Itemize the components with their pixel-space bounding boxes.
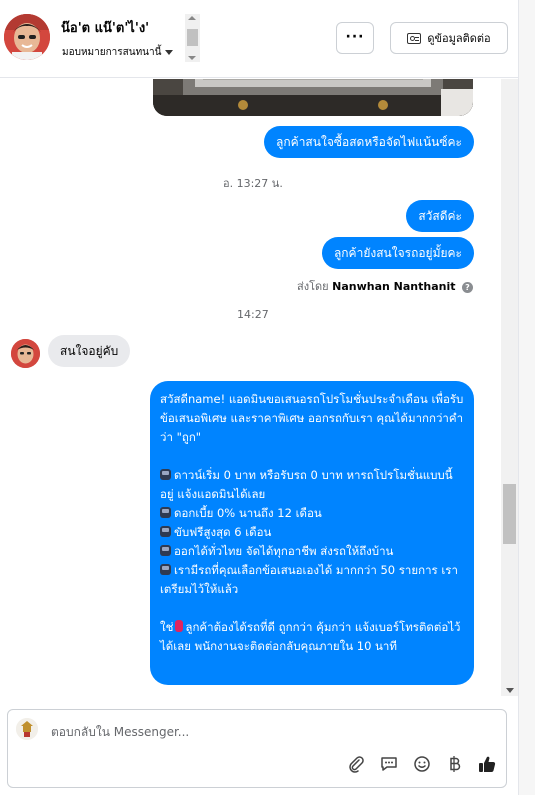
outgoing-message[interactable]: สวัสดีค่ะ	[406, 200, 474, 232]
smiley-icon[interactable]	[410, 752, 434, 776]
contact-name: น๊อ'ต แน๊'ต'ไ'ง'	[61, 21, 150, 36]
car-emoji-icon	[160, 564, 171, 575]
baht-icon[interactable]	[443, 752, 467, 776]
message-thread: ลูกค้าสนใจซื้อสดหรือจัดไฟแน้นซ์คะ อ. 13:…	[0, 79, 518, 699]
sent-by-label: ส่งโดย Nanwhan Nanthanit ?	[297, 277, 473, 295]
car-emoji-icon	[160, 545, 171, 556]
car-emoji-icon	[160, 526, 171, 537]
message-timestamp: อ. 13:27 น.	[223, 177, 283, 190]
right-panel-edge	[518, 0, 535, 795]
promo-bullet: ดาวน์เริ่ม 0 บาท หรือรับรถ 0 บาท หารถโปร…	[160, 468, 453, 501]
conversation-header: น๊อ'ต แน๊'ต'ไ'ง' มอบหมายการสนทนานี้ ··· …	[0, 0, 518, 78]
scroll-up-arrow-icon[interactable]	[188, 16, 196, 20]
promo-intro: สวัสดีname! แอดมินขอเสนอรถโปรโมชั่นประจำ…	[160, 392, 464, 444]
contact-avatar-small	[11, 339, 40, 368]
thumbs-up-icon[interactable]	[475, 752, 499, 776]
car-emoji-icon	[160, 507, 171, 518]
contact-avatar[interactable]	[4, 14, 50, 60]
promo-closing: ใช่ ลูกค้าต้องได้รถที่ดี ถูกกว่า คุ้มกว่า…	[160, 620, 461, 653]
assign-conversation-dropdown[interactable]: มอบหมายการสนทนานี้	[62, 45, 174, 60]
promo-bullet: ดอกเบี้ย 0% นานถึง 12 เดือน	[160, 504, 464, 523]
contact-card-icon	[407, 32, 422, 44]
outgoing-message[interactable]: ลูกค้าสนใจซื้อสดหรือจัดไฟแน้นซ์คะ	[264, 126, 474, 158]
chat-bubble-icon[interactable]	[377, 752, 401, 776]
paperclip-icon[interactable]	[344, 752, 368, 776]
sent-by-name: Nanwhan Nanthanit	[332, 280, 456, 293]
car-emoji-icon	[160, 469, 171, 480]
caret-down-icon	[165, 49, 174, 55]
header-scrollbar-thumb[interactable]	[187, 29, 198, 46]
reply-input[interactable]	[51, 722, 471, 742]
reply-composer	[7, 709, 507, 788]
more-options-button[interactable]: ···	[336, 22, 374, 54]
sent-by-prefix: ส่งโดย	[297, 280, 329, 293]
pointing-emoji-icon	[175, 620, 184, 632]
incoming-message[interactable]: สนใจอยู่คับ	[48, 335, 131, 367]
shared-car-photo[interactable]	[153, 79, 473, 116]
info-icon[interactable]: ?	[462, 282, 473, 293]
header-scrollbar[interactable]	[185, 14, 200, 62]
promo-bullet: เรามีรถที่คุณเลือกข้อเสนอเองได้ มากกว่า …	[160, 563, 458, 596]
promo-bullet: ออกได้ทั่วไทย จัดได้ทุกอาชีพ ส่งรถให้ถึง…	[160, 542, 464, 561]
scroll-down-arrow-icon[interactable]	[188, 56, 196, 60]
outgoing-message[interactable]: ลูกค้ายังสนใจรถอยู่มั้ยคะ	[321, 237, 474, 269]
view-contact-info-button[interactable]: ดูข้อมูลติดต่อ	[390, 22, 508, 54]
page-avatar	[16, 718, 38, 740]
scroll-down-arrow-icon[interactable]	[506, 688, 514, 693]
message-timestamp: 14:27	[237, 308, 269, 321]
promotion-message[interactable]: สวัสดีname! แอดมินขอเสนอรถโปรโมชั่นประจำ…	[150, 381, 474, 685]
assign-label: มอบหมายการสนทนานี้	[62, 47, 162, 58]
thread-scrollbar[interactable]	[501, 79, 518, 696]
promo-bullet: ขับฟรีสูงสุด 6 เดือน	[160, 523, 464, 542]
thread-scrollbar-thumb[interactable]	[503, 484, 516, 544]
view-contact-info-label: ดูข้อมูลติดต่อ	[427, 32, 491, 45]
